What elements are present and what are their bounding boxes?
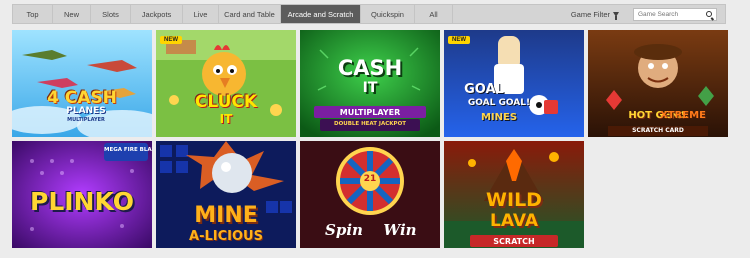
- tab-jackpots[interactable]: Jackpots: [131, 5, 183, 23]
- game-extra-label: DOUBLE HEAT JACKPOT: [334, 121, 406, 127]
- game-tile-cash-it[interactable]: CASH IT MULTIPLAYER DOUBLE HEAT JACKPOT: [300, 30, 440, 137]
- game-tile-mine-a-licious[interactable]: MINE A-LICIOUS: [156, 141, 296, 248]
- game-title-line2: LAVA: [490, 211, 538, 231]
- game-title-line2: A-LICIOUS: [189, 229, 263, 244]
- game-title-line2: PLANES: [66, 106, 106, 116]
- game-title: GOAL: [464, 82, 504, 97]
- game-tile-plinko[interactable]: MEGA FIRE BLAZE PLINKO: [12, 141, 152, 248]
- game-title: MINE: [194, 203, 258, 228]
- search-icon[interactable]: [706, 11, 712, 17]
- game-search-input[interactable]: [638, 10, 706, 18]
- new-badge: NEW: [448, 36, 470, 44]
- game-subtitle: MINES: [480, 112, 518, 123]
- game-tile-wild-lava[interactable]: WILD LAVA SCRATCH: [444, 141, 584, 248]
- game-search-box: [633, 7, 717, 21]
- game-title: PLINKO: [30, 187, 134, 216]
- game-tile-hot-gems-xtreme[interactable]: HOT GEMS XTREME SCRATCH CARD: [588, 30, 728, 137]
- game-title: CLUCK: [194, 92, 258, 112]
- game-title-line2: GOAL GOAL!: [467, 98, 531, 108]
- game-subtitle: SCRATCH CARD: [632, 127, 684, 134]
- tab-card-and-table[interactable]: Card and Table: [219, 5, 281, 23]
- game-tile-goal-mines[interactable]: NEW GOAL GOAL GOAL! MINES: [444, 30, 584, 137]
- game-subtitle: SCRATCH: [493, 237, 535, 246]
- tab-slots[interactable]: Slots: [91, 5, 131, 23]
- game-subtitle: MULTIPLAYER: [339, 108, 401, 117]
- game-filter-label: Game Filter: [570, 9, 610, 19]
- casino-page: Top New Slots Jackpots Live Card and Tab…: [0, 0, 750, 258]
- game-title: 4 CASH: [47, 88, 117, 108]
- game-title: WILD: [486, 189, 542, 211]
- game-title: Spin: [325, 221, 363, 239]
- tab-top[interactable]: Top: [13, 5, 53, 23]
- game-tile-cluck-it[interactable]: NEW CLUCK IT: [156, 30, 296, 137]
- game-tile-4-cash-planes[interactable]: 4 CASH PLANES MULTIPLAYER: [12, 30, 152, 137]
- game-title-line2: XTREME: [660, 110, 706, 121]
- tab-quickspin[interactable]: Quickspin: [361, 5, 415, 23]
- tab-live[interactable]: Live: [183, 5, 219, 23]
- game-filter-button[interactable]: Game Filter: [570, 9, 619, 20]
- game-subtitle: MEGA FIRE BLAZE: [104, 147, 152, 153]
- wheel-number: 21: [363, 174, 377, 184]
- tab-arcade-and-scratch[interactable]: Arcade and Scratch: [281, 5, 361, 23]
- filter-icon: [613, 11, 619, 20]
- game-tile-spin-a-win[interactable]: 21 Spin Win: [300, 141, 440, 248]
- new-badge: NEW: [160, 36, 182, 44]
- nav-tools: Game Filter: [571, 5, 725, 23]
- game-title: CASH: [337, 56, 403, 80]
- game-title-line2: Win: [383, 221, 417, 239]
- tab-new[interactable]: New: [53, 5, 91, 23]
- tab-all[interactable]: All: [415, 5, 453, 23]
- category-nav: Top New Slots Jackpots Live Card and Tab…: [12, 4, 726, 24]
- game-subtitle: MULTIPLAYER: [67, 117, 105, 123]
- game-title-line2: IT: [219, 112, 233, 126]
- game-title-line2: IT: [362, 80, 378, 96]
